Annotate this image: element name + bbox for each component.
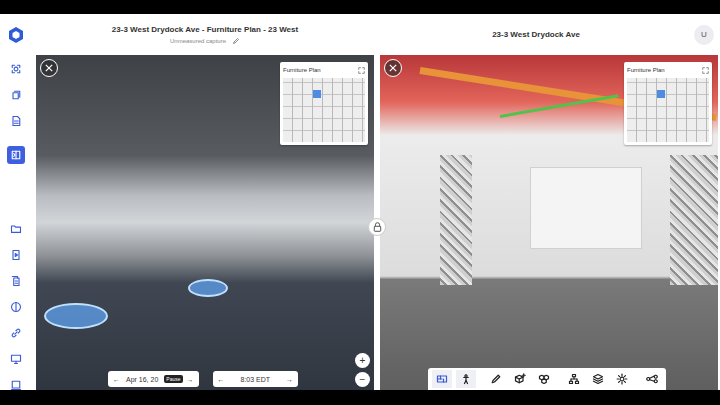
expand-icon[interactable] bbox=[358, 67, 365, 74]
lock-icon bbox=[373, 222, 382, 232]
toolbar-button[interactable] bbox=[564, 370, 584, 388]
compare-panels: Furniture Plan ← Apr 16, 20 Pause → ← 8:03 EDT… bbox=[32, 55, 720, 390]
bim-toolbar bbox=[428, 368, 666, 390]
toolbar-button[interactable] bbox=[456, 370, 476, 388]
pipe-beam bbox=[500, 94, 619, 118]
stone-wall bbox=[670, 155, 718, 285]
sync-lock-button[interactable] bbox=[368, 218, 386, 236]
date-prev-button[interactable]: ← bbox=[113, 376, 120, 383]
floorplan-icon bbox=[436, 373, 448, 385]
wall-panel bbox=[530, 167, 642, 249]
toolbar-button[interactable] bbox=[534, 370, 554, 388]
sidebar-item[interactable] bbox=[7, 220, 25, 238]
floor-plan bbox=[627, 78, 709, 142]
toolbar-button[interactable] bbox=[642, 370, 662, 388]
capture-subtitle: Unmeasured capture bbox=[170, 38, 226, 44]
app-window: 23-3 West Drydock Ave - Furniture Plan -… bbox=[0, 14, 720, 390]
zoom-button[interactable]: + bbox=[355, 353, 370, 368]
toolbar-button[interactable] bbox=[510, 370, 530, 388]
toolbar-button[interactable] bbox=[486, 370, 506, 388]
minimap[interactable]: Furniture Plan bbox=[624, 62, 712, 145]
video-icon bbox=[10, 249, 22, 261]
pages-icon bbox=[10, 89, 22, 101]
sidebar-item[interactable] bbox=[7, 350, 25, 368]
sidebar-item[interactable] bbox=[7, 86, 25, 104]
stone-wall bbox=[440, 155, 472, 285]
close-x-icon bbox=[389, 64, 397, 72]
letterbox-bottom bbox=[0, 390, 720, 405]
zoom-controls: +− bbox=[355, 353, 370, 387]
pencil-icon bbox=[490, 373, 502, 385]
minimap[interactable]: Furniture Plan bbox=[280, 62, 368, 145]
sidebar-item[interactable] bbox=[7, 60, 25, 78]
letterbox-top bbox=[0, 0, 720, 14]
folder-icon bbox=[10, 223, 22, 235]
tooltip: Pause bbox=[164, 375, 182, 383]
floor-plan bbox=[283, 78, 365, 142]
sidebar-item[interactable] bbox=[7, 146, 25, 164]
layers-icon bbox=[592, 373, 604, 385]
date-next-button[interactable]: → bbox=[187, 376, 194, 383]
person-icon bbox=[460, 373, 472, 385]
minimap-title: Furniture Plan bbox=[283, 67, 321, 73]
cube-add-icon bbox=[514, 373, 526, 385]
time-label[interactable]: 8:03 EDT bbox=[229, 376, 283, 383]
gear-icon bbox=[616, 373, 628, 385]
minimap-title: Furniture Plan bbox=[627, 67, 665, 73]
toolbar-button[interactable] bbox=[432, 370, 452, 388]
close-x-icon bbox=[45, 64, 53, 72]
date-selector: ← Apr 16, 20 Pause → bbox=[108, 371, 199, 387]
user-avatar[interactable]: U bbox=[694, 25, 714, 45]
sidebar-item[interactable] bbox=[7, 112, 25, 130]
compare-header: 23-3 West Drydock AveU bbox=[378, 14, 720, 55]
expand-icon[interactable] bbox=[702, 67, 709, 74]
capture-title: 23-3 West Drydock Ave - Furniture Plan -… bbox=[112, 25, 298, 34]
sidebar bbox=[0, 14, 32, 390]
close-button[interactable] bbox=[40, 59, 58, 77]
time-next-button[interactable]: → bbox=[286, 376, 293, 383]
timeline-controls: ←Apr 16, 20Pause→←8:03 EDT→ bbox=[108, 371, 298, 387]
compare-title: 23-3 West Drydock Ave bbox=[378, 30, 694, 39]
waypoint-marker[interactable] bbox=[44, 303, 108, 329]
compare-icon bbox=[10, 149, 22, 161]
waypoint-marker[interactable] bbox=[188, 279, 228, 297]
expand-icon bbox=[646, 373, 658, 385]
sidebar-item[interactable] bbox=[7, 298, 25, 316]
link-icon bbox=[10, 327, 22, 339]
capture-icon bbox=[10, 63, 22, 75]
screen-icon bbox=[10, 353, 22, 365]
photo-view[interactable]: Furniture Plan ← Apr 16, 20 Pause → ← 8:03 EDT… bbox=[36, 55, 374, 390]
time-selector: ← 8:03 EDT→ bbox=[213, 371, 299, 387]
screen: 23-3 West Drydock Ave - Furniture Plan -… bbox=[0, 0, 720, 405]
copy-icon bbox=[10, 275, 22, 287]
cubes-icon bbox=[538, 373, 550, 385]
time-prev-button[interactable]: ← bbox=[218, 376, 225, 383]
date-label[interactable]: Apr 16, 20 bbox=[124, 376, 160, 383]
document-icon bbox=[10, 115, 22, 127]
toolbar-button[interactable] bbox=[612, 370, 632, 388]
sidebar-item[interactable] bbox=[7, 272, 25, 290]
capture-header: 23-3 West Drydock Ave - Furniture Plan -… bbox=[32, 14, 378, 55]
close-button[interactable] bbox=[384, 59, 402, 77]
edit-pencil-icon[interactable] bbox=[232, 37, 240, 45]
zoom-button[interactable]: − bbox=[355, 372, 370, 387]
main-area: 23-3 West Drydock Ave - Furniture Plan -… bbox=[32, 14, 720, 390]
sidebar-item[interactable] bbox=[7, 324, 25, 342]
contrast-icon bbox=[10, 301, 22, 313]
logo-icon[interactable] bbox=[7, 26, 25, 44]
toolbar-button[interactable] bbox=[588, 370, 608, 388]
bim-view[interactable]: Furniture Plan bbox=[380, 55, 718, 390]
sidebar-item[interactable] bbox=[7, 246, 25, 264]
hierarchy-icon bbox=[568, 373, 580, 385]
header: 23-3 West Drydock Ave - Furniture Plan -… bbox=[32, 14, 720, 55]
